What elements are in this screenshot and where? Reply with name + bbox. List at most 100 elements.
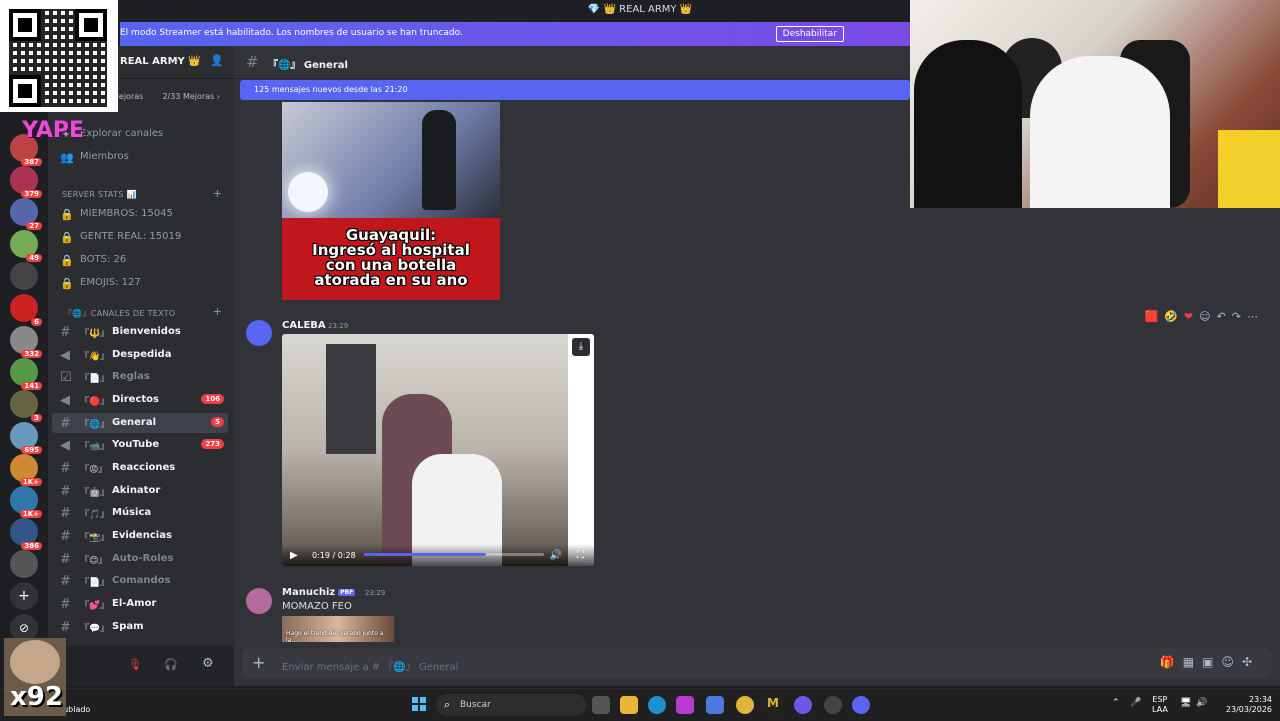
taskbar-search[interactable]: ⌕ Buscar (436, 694, 586, 716)
app-icon[interactable] (676, 696, 694, 714)
add-channel-icon[interactable]: + (213, 187, 222, 200)
qr-finder (9, 9, 41, 41)
channel-auto-roles[interactable]: # 『😊』 Auto-Roles (52, 549, 228, 569)
channel-reglas[interactable]: ☑ 『📄』 Reglas (52, 367, 228, 387)
add-reaction-icon[interactable]: ☺ (1199, 310, 1210, 323)
mic-icon[interactable]: 🎤 (1130, 698, 1141, 708)
server-icon[interactable] (10, 550, 38, 578)
channel-youtube[interactable]: ◀ 『📹』 YouTube 273 (52, 435, 228, 455)
more-icon[interactable]: ⋯ (1247, 310, 1258, 323)
server-icon[interactable]: 379 (10, 166, 42, 198)
stat-channel[interactable]: 🔒 BOTS: 26 (56, 250, 230, 270)
chrome-icon[interactable] (794, 696, 812, 714)
channel-title: 『🌐』 General (268, 60, 348, 71)
copilot-icon[interactable] (706, 696, 724, 714)
video-seek-bar[interactable] (364, 553, 544, 556)
server-icon[interactable]: 6 (10, 294, 42, 326)
task-view-icon[interactable] (592, 696, 610, 714)
lock-icon: 🔒 (60, 277, 74, 290)
file-explorer-icon[interactable] (620, 696, 638, 714)
webcam-overlay (910, 0, 1280, 208)
server-icon[interactable]: 1K+ (10, 486, 42, 518)
server-icon[interactable]: 27 (10, 198, 42, 230)
add-channel-icon[interactable]: + (213, 305, 222, 318)
obs-icon[interactable] (824, 696, 842, 714)
emoji-icon[interactable]: ☺ (1221, 655, 1242, 669)
channel-evidencias[interactable]: # 『📸』 Evidencias (52, 526, 228, 546)
headset-muted-icon[interactable]: 🎧 (164, 658, 178, 671)
webcam-person (914, 40, 1022, 208)
channel-general[interactable]: # 『🌐』 General 5 (52, 413, 228, 433)
reaction-icon[interactable]: 🤣 (1164, 310, 1178, 323)
windows-start-icon[interactable] (412, 697, 426, 711)
channel-el-amor[interactable]: # 『💕』 El-Amor (52, 594, 228, 614)
reply-icon[interactable]: ↶ (1217, 310, 1226, 323)
channel-musica[interactable]: # 『🎵』 Música (52, 503, 228, 523)
edge-icon[interactable] (648, 696, 666, 714)
server-icon[interactable] (10, 262, 38, 290)
members-link[interactable]: 👥 Miembros (56, 147, 230, 167)
members-icon: 👥 (60, 151, 74, 164)
rules-icon: ☑ (60, 370, 72, 385)
news-image-attachment[interactable]: Guayaquil: Ingresó al hospital con una bot… (282, 102, 500, 300)
add-member-icon[interactable]: 👤 (210, 54, 224, 67)
apps-icon[interactable]: ✣ (1242, 655, 1260, 669)
add-server-icon[interactable]: + (10, 582, 38, 610)
message-input[interactable]: Enviar mensaje a # 『🌐』 General (282, 658, 458, 673)
play-icon[interactable]: ▶ (290, 550, 298, 561)
channel-directos[interactable]: ◀ 『🔴』 Directos 106 (52, 390, 228, 410)
server-icon[interactable]: 49 (10, 230, 42, 262)
server-icon[interactable]: 332 (10, 326, 42, 358)
server-icon[interactable]: 3 (10, 390, 42, 422)
message-author[interactable]: Manuchiz PBF (282, 587, 356, 598)
attach-plus-icon[interactable]: + (252, 653, 265, 672)
gift-icon[interactable]: 🎁 (1160, 655, 1183, 669)
app-icon[interactable]: M (764, 696, 782, 714)
forward-icon[interactable]: ↷ (1232, 310, 1241, 323)
chevron-up-icon[interactable]: ⌃ (1112, 698, 1120, 708)
emote-face (10, 640, 60, 684)
webcam-box (1218, 130, 1280, 208)
reaction-icon[interactable]: 🟥 (1144, 310, 1158, 323)
heart-icon[interactable]: ❤ (1184, 310, 1193, 323)
message-author[interactable]: CALEBA (282, 320, 326, 331)
channel-spam[interactable]: # 『💬』 Spam (52, 617, 228, 637)
chrome-icon[interactable] (736, 696, 754, 714)
video-attachment[interactable]: ⤓ ▶ 0:19 / 0:28 🔊 ⛶ (282, 334, 594, 566)
channel-bienvenidos[interactable]: # 『🔱』 Bienvenidos (52, 322, 228, 342)
server-icon[interactable]: 386 (10, 518, 42, 550)
server-icon[interactable]: 695 (10, 422, 42, 454)
server-icon[interactable]: 141 (10, 358, 42, 390)
avatar[interactable] (246, 320, 272, 346)
stat-channel[interactable]: 🔒 GENTE REAL: 15019 (56, 227, 230, 247)
avatar[interactable] (246, 588, 272, 614)
server-icon[interactable]: 1K+ (10, 454, 42, 486)
video-door (568, 334, 594, 566)
message-composer[interactable]: + Enviar mensaje a # 『🌐』 General 🎁▦▣☺✣ (242, 648, 1272, 678)
channel-comandos[interactable]: # 『📄』 Comandos (52, 571, 228, 591)
volume-icon[interactable]: 🔊 (1196, 698, 1207, 708)
new-messages-bar[interactable]: 125 mensajes nuevos desde las 21:20 (240, 80, 910, 100)
network-icon[interactable]: 🖥 (1180, 698, 1191, 708)
download-icon[interactable]: ⤓ (572, 338, 590, 356)
channel-despedida[interactable]: ◀ 『👋』 Despedida (52, 345, 228, 365)
stat-channel[interactable]: 🔒 EMOJIS: 127 (56, 273, 230, 293)
clock[interactable]: 23:34 23/03/2026 (1226, 695, 1272, 715)
fullscreen-icon[interactable]: ⛶ (577, 550, 584, 561)
discord-icon[interactable] (852, 696, 870, 714)
image-caption-box: Guayaquil: Ingresó al hospital con una bot… (282, 218, 500, 300)
hash-icon: # (60, 597, 71, 612)
mic-muted-icon[interactable]: 🎙 (128, 658, 142, 671)
category-text-channels[interactable]: 『🌐』CANALES DE TEXTO (64, 308, 176, 319)
stat-channel[interactable]: 🔒 MIEMBROS: 15045 (56, 204, 230, 224)
gif-icon[interactable]: ▦ (1183, 655, 1202, 669)
sticker-icon[interactable]: ▣ (1202, 655, 1221, 669)
image-attachment[interactable]: Hago el trend del verano junto a la... (282, 616, 394, 642)
category-server-stats[interactable]: SERVER STATS 📊 (62, 190, 137, 199)
gear-icon[interactable]: ⚙ (202, 656, 214, 671)
channel-akinator[interactable]: # 『🤖』 Akinator (52, 481, 228, 501)
channel-reacciones[interactable]: # 『😡』 Reacciones (52, 458, 228, 478)
language-indicator[interactable]: ESP LAA (1152, 695, 1168, 715)
volume-icon[interactable]: 🔊 (550, 550, 562, 561)
disable-streamer-button[interactable]: Deshabilitar (775, 26, 844, 42)
